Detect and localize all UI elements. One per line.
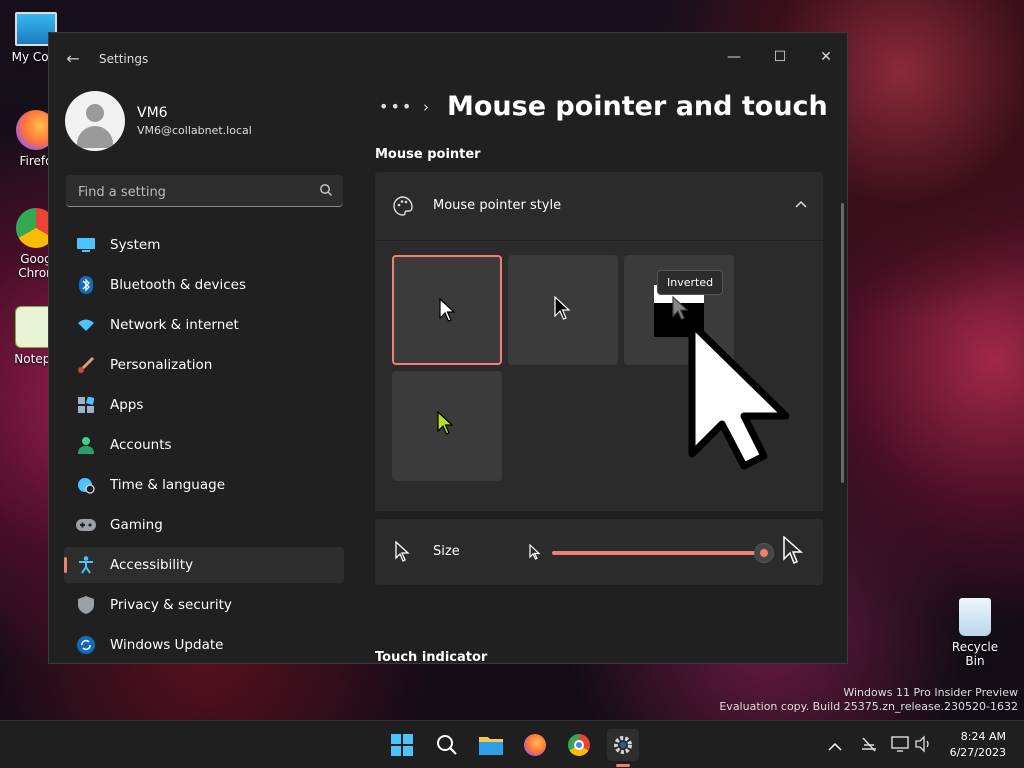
user-name: VM6 xyxy=(137,105,168,121)
inverted-pointer-icon xyxy=(672,296,689,320)
maximize-button[interactable]: ☐ xyxy=(757,41,803,73)
sidebar-item-time-language[interactable]: Time & language xyxy=(64,467,344,503)
large-pointer-icon xyxy=(783,536,803,564)
pointer-style-custom-option[interactable] xyxy=(392,371,502,481)
sidebar-item-privacy[interactable]: Privacy & security xyxy=(64,587,344,623)
accessibility-icon xyxy=(76,555,96,575)
volume-button[interactable] xyxy=(914,735,932,757)
folder-icon xyxy=(479,737,503,755)
sidebar-nav: System Bluetooth & devices Network & int… xyxy=(64,227,344,667)
inverted-tooltip: Inverted xyxy=(657,270,724,295)
speaker-icon xyxy=(915,735,929,753)
monitor-icon xyxy=(891,736,909,752)
pointer-style-white-option[interactable] xyxy=(392,255,502,365)
network-status-button[interactable] xyxy=(860,735,878,757)
small-pointer-icon xyxy=(529,544,541,560)
taskbar-clock[interactable]: 8:24 AM 6/27/2023 xyxy=(950,729,1006,761)
size-slider-track[interactable] xyxy=(552,551,764,555)
custom-color-pointer-icon xyxy=(437,411,454,435)
sidebar-item-accounts[interactable]: Accounts xyxy=(64,427,344,463)
pointer-size-icon xyxy=(395,541,410,562)
firefox-icon xyxy=(524,734,546,756)
close-button[interactable]: ✕ xyxy=(803,41,849,73)
search-box[interactable] xyxy=(66,175,343,207)
search-input[interactable] xyxy=(76,181,310,203)
pointer-style-expander[interactable]: Mouse pointer style xyxy=(375,172,823,240)
search-icon[interactable] xyxy=(319,183,333,197)
active-app-indicator xyxy=(616,764,630,767)
sidebar-item-network[interactable]: Network & internet xyxy=(64,307,344,343)
large-mouse-cursor xyxy=(688,320,790,470)
pointer-style-black-option[interactable] xyxy=(508,255,618,365)
globe-clock-icon xyxy=(76,475,96,495)
chevron-up-icon xyxy=(828,742,842,751)
app-title: Settings xyxy=(99,52,149,66)
black-pointer-icon xyxy=(554,296,571,320)
sidebar: VM6 VM6@collabnet.local System Bluetooth… xyxy=(49,83,359,663)
apps-icon xyxy=(76,395,96,415)
start-button[interactable] xyxy=(386,729,418,761)
chrome-icon-center xyxy=(574,740,584,750)
back-arrow-icon[interactable]: ← xyxy=(63,49,83,69)
section-heading-touch-indicator: Touch indicator xyxy=(375,650,488,663)
sidebar-item-gaming[interactable]: Gaming xyxy=(64,507,344,543)
avatar-body xyxy=(77,126,113,148)
desktop-icon-recycle-bin[interactable]: Recycle Bin xyxy=(942,598,1008,668)
size-label: Size xyxy=(433,544,460,559)
show-hidden-icons-button[interactable] xyxy=(828,737,844,753)
chrome-icon xyxy=(568,734,590,756)
gamepad-icon xyxy=(76,515,96,535)
sidebar-item-accessibility[interactable]: Accessibility xyxy=(64,547,344,583)
palette-icon xyxy=(393,196,413,216)
clock-date: 6/27/2023 xyxy=(949,746,1006,759)
sidebar-item-windows-update[interactable]: Windows Update xyxy=(64,627,344,663)
update-icon xyxy=(76,635,96,655)
page-title: Mouse pointer and touch xyxy=(447,91,828,122)
wifi-icon xyxy=(76,315,96,335)
sidebar-item-personalization[interactable]: Personalization xyxy=(64,347,344,383)
chevron-up-icon[interactable] xyxy=(795,200,807,208)
network-disconnected-icon xyxy=(862,737,876,752)
pointer-size-row: Size xyxy=(375,519,823,585)
minimize-button[interactable]: — xyxy=(711,41,757,73)
windows-logo-icon xyxy=(391,734,413,756)
system-icon xyxy=(76,235,96,255)
breadcrumb-separator: › xyxy=(423,98,429,116)
section-heading-mouse-pointer: Mouse pointer xyxy=(375,147,481,162)
person-icon xyxy=(76,435,96,455)
bluetooth-icon xyxy=(76,275,96,295)
file-explorer-button[interactable] xyxy=(475,729,507,761)
clock-time: 8:24 AM xyxy=(960,730,1006,743)
brush-icon xyxy=(76,355,96,375)
chrome-taskbar-button[interactable] xyxy=(563,729,595,761)
title-bar[interactable]: ← Settings — ☐ ✕ xyxy=(49,33,847,83)
breadcrumb-more-button[interactable]: ••• xyxy=(379,97,413,116)
taskbar-search-button[interactable] xyxy=(431,729,463,761)
shield-icon xyxy=(76,595,96,615)
pointer-style-label: Mouse pointer style xyxy=(433,198,562,213)
gear-icon xyxy=(614,736,632,754)
display-status-button[interactable] xyxy=(891,735,909,757)
avatar[interactable] xyxy=(65,91,125,151)
user-email: VM6@collabnet.local xyxy=(137,124,252,137)
build-watermark: Windows 11 Pro Insider Preview Evaluatio… xyxy=(719,686,1018,713)
firefox-taskbar-button[interactable] xyxy=(519,729,551,761)
scrollbar[interactable] xyxy=(841,203,844,483)
settings-taskbar-button[interactable] xyxy=(607,729,639,761)
taskbar: 8:24 AM 6/27/2023 xyxy=(0,720,1024,768)
sidebar-item-apps[interactable]: Apps xyxy=(64,387,344,423)
sidebar-item-bluetooth[interactable]: Bluetooth & devices xyxy=(64,267,344,303)
avatar-head xyxy=(86,104,104,122)
white-pointer-icon xyxy=(439,298,456,322)
size-slider-thumb[interactable] xyxy=(754,543,774,563)
recycle-bin-icon xyxy=(959,598,991,636)
sidebar-item-system[interactable]: System xyxy=(64,227,344,263)
search-icon xyxy=(437,735,457,755)
